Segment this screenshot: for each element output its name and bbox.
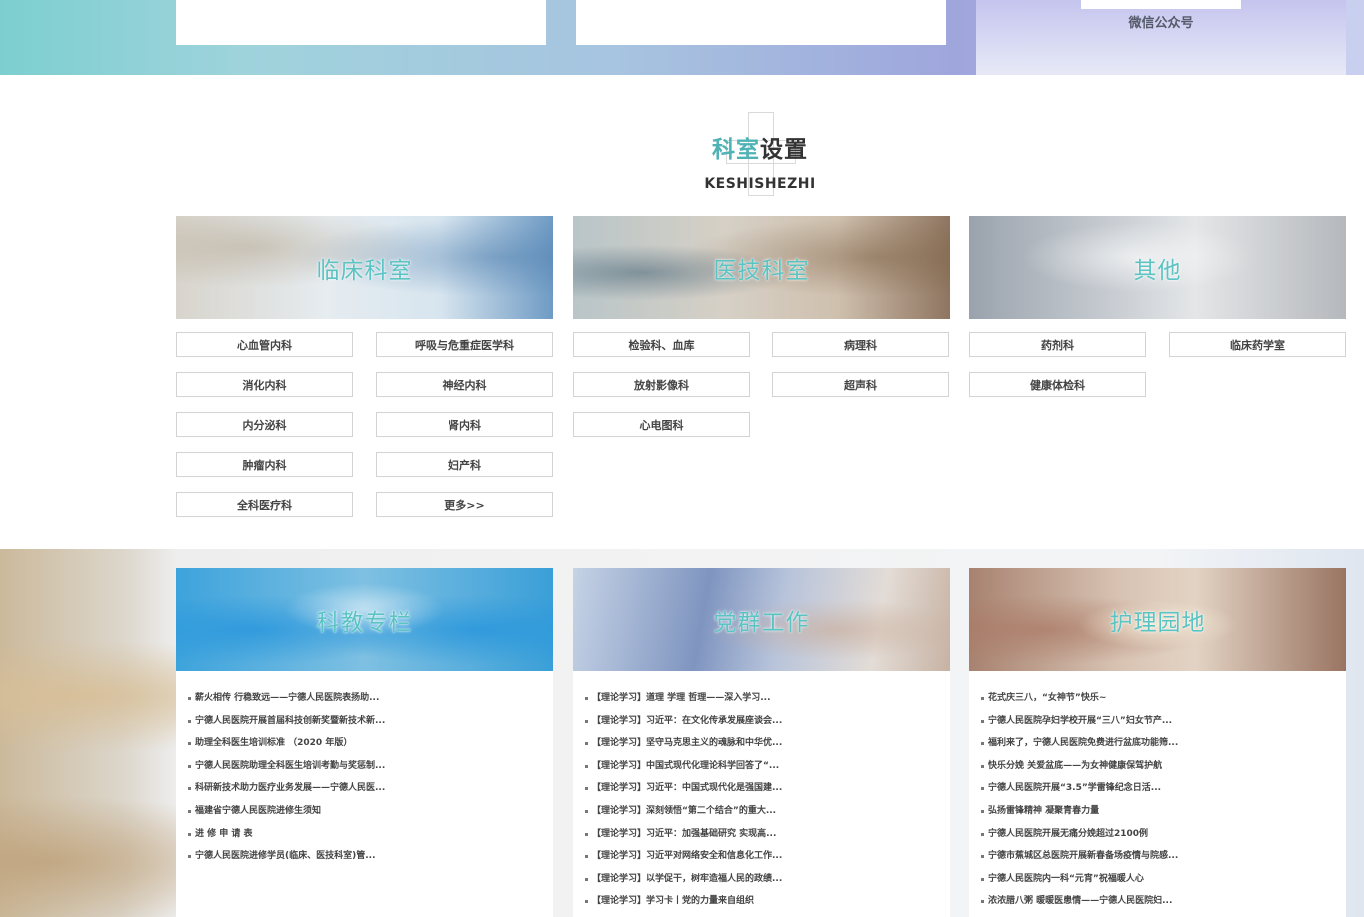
- dept-button[interactable]: 肾内科: [376, 412, 553, 437]
- news-item[interactable]: 【理论学习】习近平对网络安全和信息化工作...: [585, 845, 950, 868]
- dept-button[interactable]: 心电图科: [573, 412, 750, 437]
- dept-button[interactable]: 检验科、血库: [573, 332, 750, 357]
- news-item[interactable]: 快乐分娩 关爱盆底——为女神健康保驾护航: [981, 755, 1346, 778]
- top-right-strip: [1346, 0, 1364, 75]
- more-departments-button[interactable]: 更多>>: [376, 492, 553, 517]
- news-item[interactable]: 【理论学习】深刻领悟“第二个结合”的重大...: [585, 800, 950, 823]
- news-banner-party[interactable]: 党群工作: [573, 568, 950, 671]
- dept-banner-title: 临床科室: [316, 257, 413, 284]
- dept-button[interactable]: 消化内科: [176, 372, 353, 397]
- news-item[interactable]: 【理论学习】习近平：在文化传承发展座谈会...: [585, 710, 950, 733]
- dept-button[interactable]: 药剂科: [969, 332, 1146, 357]
- news-list: 花式庆三八，“女神节”快乐~ 宁德人民医院孕妇学校开展“三八”妇女节产... 福…: [969, 671, 1346, 913]
- news-item[interactable]: 宁德人民医院开展“3.5”学雷锋纪念日活...: [981, 777, 1346, 800]
- dept-column-medtech: 医技科室 检验科、血库 病理科 放射影像科 超声科 心电图科: [573, 216, 950, 437]
- section-title-rest: 设置: [760, 137, 808, 163]
- news-item[interactable]: 进 修 申 请 表: [188, 823, 553, 846]
- news-item[interactable]: 宁德人民医院开展首届科技创新奖暨新技术新...: [188, 710, 553, 733]
- news-item[interactable]: 宁德人民医院内一科“元宵”祝福暖人心: [981, 868, 1346, 891]
- top-banner-band: 微信公众号: [0, 0, 1364, 75]
- news-banner-research[interactable]: 科教专栏: [176, 568, 553, 671]
- news-column-research: 科教专栏 薪火相传 行稳致远——宁德人民医院表扬助... 宁德人民医院开展首届科…: [176, 568, 553, 917]
- news-item[interactable]: 弘扬雷锋精神 凝聚青春力量: [981, 800, 1346, 823]
- dept-button[interactable]: 超声科: [772, 372, 949, 397]
- dept-banner-clinical[interactable]: 临床科室: [176, 216, 553, 319]
- section-title-accent: 科室: [712, 137, 760, 163]
- news-item[interactable]: 宁德人民医院助理全科医生培训考勤与奖惩制...: [188, 755, 553, 778]
- top-card-left: [176, 0, 546, 45]
- dept-banner-title: 医技科室: [713, 257, 810, 284]
- dept-banner-medtech[interactable]: 医技科室: [573, 216, 950, 319]
- dept-button[interactable]: 呼吸与危重症医学科: [376, 332, 553, 357]
- news-item[interactable]: 宁德人民医院孕妇学校开展“三八”妇女节产...: [981, 710, 1346, 733]
- section-title: 科室设置: [0, 130, 1364, 164]
- news-list: 薪火相传 行稳致远——宁德人民医院表扬助... 宁德人民医院开展首届科技创新奖暨…: [176, 671, 553, 868]
- dept-button[interactable]: 病理科: [772, 332, 949, 357]
- news-item[interactable]: 花式庆三八，“女神节”快乐~: [981, 687, 1346, 710]
- news-banner-nursing[interactable]: 护理园地: [969, 568, 1346, 671]
- news-item[interactable]: 科研新技术助力医疗业务发展——宁德人民医...: [188, 777, 553, 800]
- news-item[interactable]: 【理论学习】中国式现代化理论科学回答了“...: [585, 755, 950, 778]
- news-item[interactable]: 【理论学习】以学促干，树牢造福人民的政绩...: [585, 868, 950, 891]
- section-heading: 科室设置 KESHISHEZHI: [0, 110, 1364, 200]
- news-item[interactable]: 宁德市蕉城区总医院开展新春备场疫情与院感...: [981, 845, 1346, 868]
- dept-button[interactable]: 心血管内科: [176, 332, 353, 357]
- top-card-middle: [576, 0, 946, 45]
- news-banner-title: 党群工作: [713, 609, 810, 636]
- dept-button[interactable]: 健康体检科: [969, 372, 1146, 397]
- wechat-label: 微信公众号: [1128, 16, 1194, 31]
- news-banner-title: 护理园地: [1109, 609, 1206, 636]
- dept-banner-other[interactable]: 其他: [969, 216, 1346, 319]
- wechat-qr-code: [1081, 0, 1241, 9]
- news-item[interactable]: 宁德人民医院进修学员(临床、医技科室)管...: [188, 845, 553, 868]
- wechat-panel: 微信公众号: [976, 0, 1346, 75]
- section-subtitle: KESHISHEZHI: [704, 176, 816, 192]
- news-item[interactable]: 薪火相传 行稳致远——宁德人民医院表扬助...: [188, 687, 553, 710]
- news-item[interactable]: 【理论学习】习近平：中国式现代化是强国建...: [585, 777, 950, 800]
- dept-banner-title: 其他: [1133, 257, 1182, 284]
- news-item[interactable]: 助理全科医生培训标准 （2020 年版）: [188, 732, 553, 755]
- news-item[interactable]: 福利来了，宁德人民医院免费进行盆底功能筛...: [981, 732, 1346, 755]
- dept-button[interactable]: 肿瘤内科: [176, 452, 353, 477]
- news-item[interactable]: 【理论学习】学习卡丨党的力量来自组织: [585, 890, 950, 913]
- dept-column-other: 其他 药剂科 临床药学室 健康体检科: [969, 216, 1346, 397]
- news-banner-title: 科教专栏: [316, 609, 413, 636]
- dept-button[interactable]: 临床药学室: [1169, 332, 1346, 357]
- news-item[interactable]: 浓浓腊八粥 暖暖医患情——宁德人民医院妇...: [981, 890, 1346, 913]
- dept-column-clinical: 临床科室 心血管内科 呼吸与危重症医学科 消化内科 神经内科 内分泌科 肾内科 …: [176, 216, 553, 517]
- dept-button[interactable]: 妇产科: [376, 452, 553, 477]
- news-item[interactable]: 【理论学习】道理 学理 哲理——深入学习...: [585, 687, 950, 710]
- news-item[interactable]: 宁德人民医院开展无痛分娩超过2100例: [981, 823, 1346, 846]
- dept-button[interactable]: 内分泌科: [176, 412, 353, 437]
- dept-button[interactable]: 神经内科: [376, 372, 553, 397]
- news-item[interactable]: 【理论学习】坚守马克思主义的魂脉和中华优...: [585, 732, 950, 755]
- news-item[interactable]: 【理论学习】习近平：加强基础研究 实现高...: [585, 823, 950, 846]
- dept-button[interactable]: 全科医疗科: [176, 492, 353, 517]
- dept-button[interactable]: 放射影像科: [573, 372, 750, 397]
- news-item[interactable]: 福建省宁德人民医院进修生须知: [188, 800, 553, 823]
- news-column-nursing: 护理园地 花式庆三八，“女神节”快乐~ 宁德人民医院孕妇学校开展“三八”妇女节产…: [969, 568, 1346, 917]
- news-list: 【理论学习】道理 学理 哲理——深入学习... 【理论学习】习近平：在文化传承发…: [573, 671, 950, 913]
- news-column-party: 党群工作 【理论学习】道理 学理 哲理——深入学习... 【理论学习】习近平：在…: [573, 568, 950, 917]
